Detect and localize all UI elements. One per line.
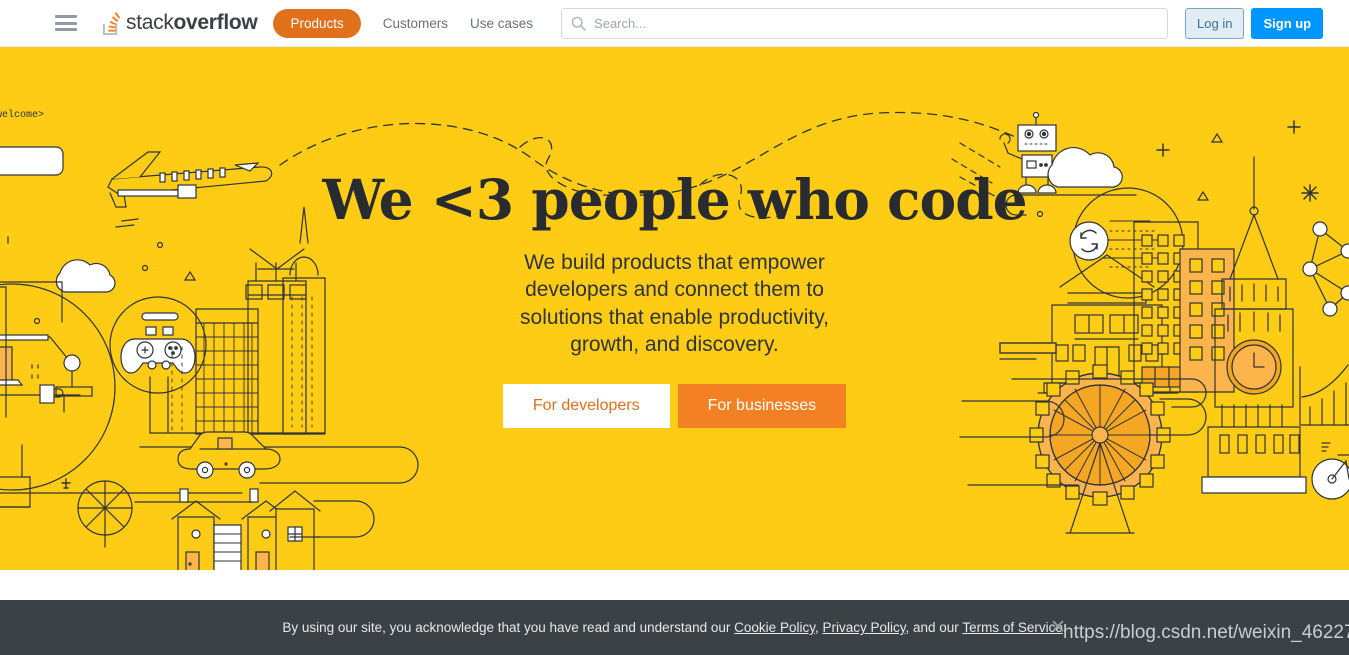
hamburger-bar	[55, 28, 77, 31]
welcome-bubble: welcome>	[0, 109, 44, 121]
for-developers-button[interactable]: For developers	[502, 384, 670, 429]
cookie-consent-text: By using our site, you acknowledge that …	[282, 620, 1066, 635]
stack-overflow-logo-icon	[100, 11, 121, 36]
stack-overflow-logo[interactable]: stackoverflow	[100, 11, 258, 36]
hamburger-bar	[55, 21, 77, 25]
content-spacer	[0, 570, 1349, 600]
watermark-url: https://blog.csdn.net/weixin_46227553	[1063, 622, 1349, 643]
signup-button[interactable]: Sign up	[1251, 7, 1324, 39]
for-businesses-button[interactable]: For businesses	[677, 384, 847, 429]
hero-section: We <3 people who code We build products …	[0, 47, 1349, 570]
cookie-text-start: By using our site, you acknowledge that …	[282, 620, 735, 635]
nav-item-products[interactable]: Products	[273, 8, 361, 38]
search-input[interactable]	[594, 15, 1159, 31]
cookie-policy-link[interactable]: Cookie Policy	[734, 620, 815, 635]
hero-illustration	[0, 111, 1349, 570]
login-button[interactable]: Log in	[1185, 7, 1245, 39]
terms-of-service-link[interactable]: Terms of Service	[962, 620, 1063, 635]
site-header: stackoverflow Products Customers Use cas…	[0, 0, 1349, 47]
privacy-policy-link[interactable]: Privacy Policy	[822, 620, 905, 635]
hamburger-bar	[55, 15, 77, 18]
hamburger-icon[interactable]	[55, 15, 77, 31]
search-icon	[571, 16, 586, 31]
nav-item-customers[interactable]: Customers	[383, 16, 448, 31]
cookie-sep-2: , and our	[905, 620, 963, 635]
welcome-bubble-text: welcome>	[0, 109, 44, 121]
nav-item-use-cases[interactable]: Use cases	[470, 16, 533, 31]
search-box[interactable]	[561, 7, 1169, 39]
hero-cta-group: For developers For businesses	[502, 384, 847, 429]
logo-text: stackoverflow	[126, 11, 258, 34]
